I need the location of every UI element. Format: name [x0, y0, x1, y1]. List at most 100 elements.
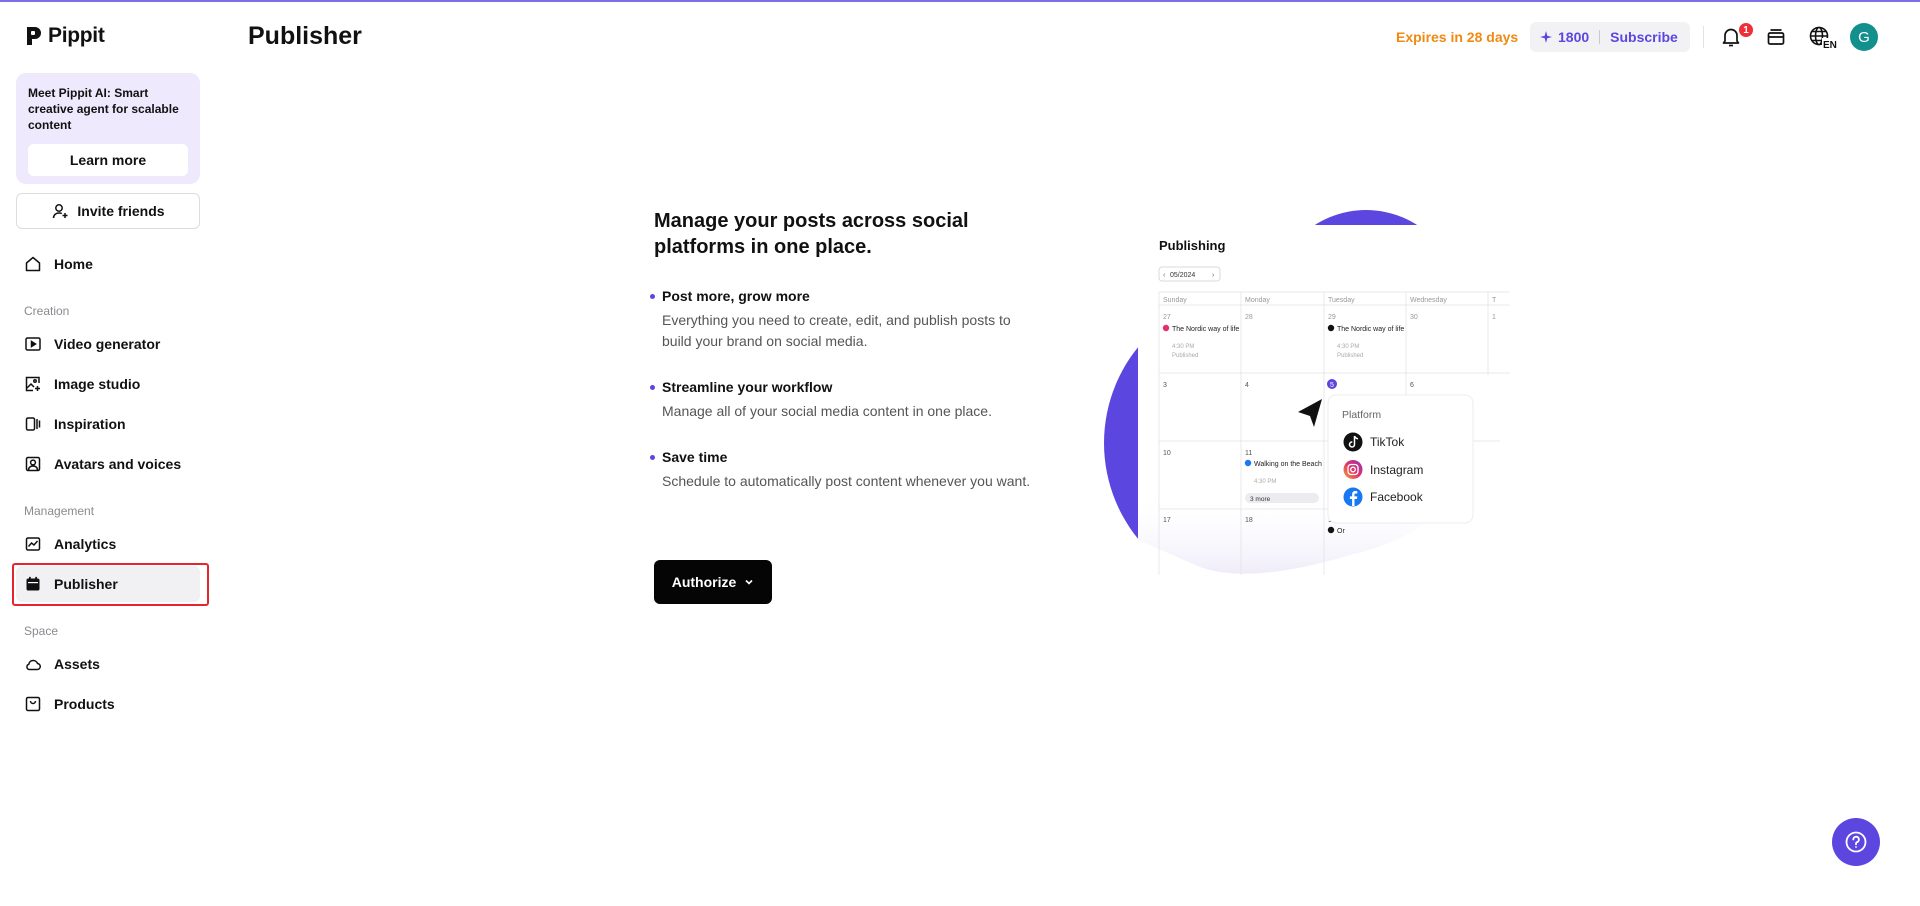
section-label-management: Management [24, 504, 95, 518]
sidebar-item-label: Home [54, 256, 93, 272]
svg-text:TikTok: TikTok [1370, 435, 1405, 449]
svg-text:3 more: 3 more [1250, 496, 1271, 503]
feature-item: Save time Schedule to automatically post… [650, 449, 1042, 492]
publishing-illustration: Publishing ‹ 05/2024 › Sunday Monday Tue… [1104, 210, 1510, 585]
sidebar-item-home[interactable]: Home [16, 246, 200, 282]
subscribe-link[interactable]: Subscribe [1610, 29, 1678, 45]
instagram-icon [1343, 460, 1363, 479]
language-globe-icon[interactable]: EN [1808, 24, 1840, 50]
svg-text:27: 27 [1163, 314, 1171, 321]
help-button[interactable] [1832, 818, 1880, 866]
video-plus-icon [25, 337, 41, 351]
sidebar-item-publisher[interactable]: Publisher [16, 566, 200, 602]
svg-text:4: 4 [1245, 382, 1249, 389]
svg-text:Or: Or [1337, 528, 1345, 535]
svg-text:1: 1 [1492, 314, 1496, 321]
user-avatar[interactable]: G [1850, 23, 1878, 51]
credits-count: 1800 [1558, 29, 1590, 45]
calendar-icon [26, 576, 40, 591]
svg-text:10: 10 [1163, 450, 1171, 457]
page-title: Publisher [248, 22, 362, 50]
app-name: Pippit [48, 24, 105, 47]
sidebar-item-label: Avatars and voices [54, 456, 182, 472]
chevron-down-icon [745, 579, 753, 585]
sidebar-item-label: Image studio [54, 376, 141, 392]
sidebar-item-products[interactable]: Products [16, 686, 200, 722]
user-plus-icon [53, 204, 68, 219]
layers-icon[interactable] [1763, 24, 1789, 50]
sidebar-item-analytics[interactable]: Analytics [16, 526, 200, 562]
image-edit-icon [25, 376, 40, 392]
svg-text:4:30 PM: 4:30 PM [1172, 344, 1194, 350]
illus-title: Publishing [1159, 238, 1226, 253]
section-label-space: Space [24, 624, 59, 638]
svg-text:Platform: Platform [1342, 409, 1381, 421]
svg-text:4:30 PM: 4:30 PM [1337, 344, 1359, 350]
language-code: EN [1823, 40, 1837, 50]
promo-text: Meet Pippit AI: Smart creative agent for… [28, 86, 179, 132]
learn-more-button[interactable]: Learn more [28, 144, 188, 176]
authorize-button[interactable]: Authorize [654, 560, 772, 604]
sidebar-item-label: Analytics [54, 536, 117, 552]
inspiration-icon [25, 417, 41, 431]
expiry-notice[interactable]: Expires in 28 days [1396, 29, 1518, 45]
svg-text:Monday: Monday [1245, 297, 1270, 304]
svg-text:T: T [1492, 297, 1497, 304]
feature-description: Manage all of your social media content … [662, 403, 992, 419]
svg-text:Sunday: Sunday [1163, 297, 1187, 304]
promo-card: Meet Pippit AI: Smart creative agent for… [16, 73, 200, 184]
feature-description: Everything you need to create, edit, and… [662, 312, 1011, 349]
svg-text:Instagram: Instagram [1370, 463, 1423, 477]
question-icon [1845, 831, 1867, 853]
app-logo[interactable]: Pippit [24, 24, 105, 48]
svg-text:6: 6 [1410, 382, 1414, 389]
sidebar-item-label: Assets [54, 656, 100, 672]
section-label-creation: Creation [24, 304, 70, 318]
svg-text:4:30 PM: 4:30 PM [1254, 479, 1276, 485]
svg-text:Wednesday: Wednesday [1410, 297, 1447, 304]
credits-subscribe-pill[interactable]: 1800 Subscribe [1530, 22, 1690, 52]
header-divider [1703, 26, 1704, 48]
svg-text:29: 29 [1328, 314, 1336, 321]
pill-divider [1599, 30, 1601, 44]
product-box-icon [25, 696, 41, 712]
feature-description: Schedule to automatically post content w… [662, 473, 1031, 489]
invite-friends-button[interactable]: Invite friends [16, 193, 200, 229]
cloud-icon [26, 659, 41, 671]
feature-item: Streamline your workflow Manage all of y… [650, 379, 1042, 422]
svg-text:11: 11 [1245, 450, 1252, 457]
svg-text:The Nordic way of life: The Nordic way of life [1172, 326, 1239, 333]
svg-text:Published: Published [1172, 353, 1198, 359]
sidebar-item-label: Video generator [54, 336, 161, 352]
analytics-icon [25, 537, 41, 551]
avatar-icon [25, 456, 41, 472]
svg-text:28: 28 [1245, 314, 1253, 321]
feature-title: Post more, grow more [650, 288, 1042, 304]
svg-text:Tuesday: Tuesday [1328, 297, 1355, 304]
sidebar-item-label: Publisher [54, 576, 118, 592]
sidebar-item-assets[interactable]: Assets [16, 646, 200, 682]
svg-text:5: 5 [1330, 382, 1334, 389]
feature-title: Save time [650, 449, 1042, 465]
sidebar-item-image-studio[interactable]: Image studio [16, 366, 200, 402]
sidebar-item-avatars-and-voices[interactable]: Avatars and voices [16, 446, 200, 482]
svg-text:The Nordic way of life: The Nordic way of life [1337, 326, 1404, 333]
sidebar-item-label: Inspiration [54, 416, 126, 432]
svg-text:17: 17 [1163, 517, 1171, 524]
main-headline: Manage your posts across social platform… [654, 210, 969, 258]
home-icon [25, 256, 41, 272]
sidebar-item-label: Products [54, 696, 115, 712]
authorize-label: Authorize [671, 574, 737, 590]
feature-item: Post more, grow more Everything you need… [650, 288, 1042, 352]
feature-title: Streamline your workflow [650, 379, 1042, 395]
notification-badge: 1 [1738, 22, 1754, 38]
svg-text:30: 30 [1410, 314, 1418, 321]
svg-text:18: 18 [1245, 517, 1253, 524]
svg-text:3: 3 [1163, 382, 1167, 389]
svg-text:Facebook: Facebook [1370, 490, 1424, 504]
pippit-logo-icon [27, 27, 41, 45]
sidebar-item-video-generator[interactable]: Video generator [16, 326, 200, 362]
sidebar: Pippit Meet Pippit AI: Smart creative ag… [0, 0, 216, 906]
sidebar-item-inspiration[interactable]: Inspiration [16, 406, 200, 442]
invite-friends-label: Invite friends [77, 203, 165, 219]
